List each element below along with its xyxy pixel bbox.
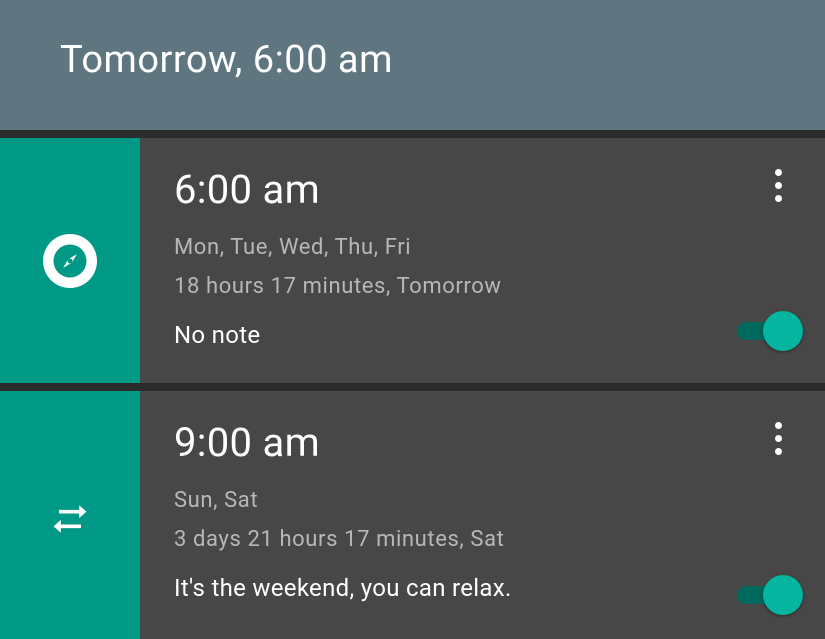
alarm-days[interactable]: Sun, Sat: [174, 488, 695, 513]
compass-icon: [43, 234, 97, 288]
alarm-enable-toggle[interactable]: [737, 575, 803, 615]
alarm-content: 9:00 am Sun, Sat 3 days 21 hours 17 minu…: [140, 391, 825, 639]
alarm-remaining: 3 days 21 hours 17 minutes, Sat: [174, 527, 695, 552]
alarm-type-avatar[interactable]: [0, 138, 140, 383]
alarm-list: 6:00 am Mon, Tue, Wed, Thu, Fri 18 hours…: [0, 138, 825, 639]
toggle-thumb: [763, 575, 803, 615]
alarm-content: 6:00 am Mon, Tue, Wed, Thu, Fri 18 hours…: [140, 138, 825, 383]
alarm-card[interactable]: 9:00 am Sun, Sat 3 days 21 hours 17 minu…: [0, 391, 825, 639]
alarm-enable-toggle[interactable]: [737, 311, 803, 351]
alarm-time[interactable]: 9:00 am: [174, 419, 695, 466]
header: Tomorrow, 6:00 am: [0, 0, 825, 130]
next-alarm-title: Tomorrow, 6:00 am: [60, 38, 393, 82]
more-options-button[interactable]: [761, 421, 795, 455]
more-vertical-icon: [775, 422, 782, 455]
more-options-button[interactable]: [761, 168, 795, 202]
repeat-icon: [48, 497, 92, 541]
more-vertical-icon: [775, 169, 782, 202]
alarm-card[interactable]: 6:00 am Mon, Tue, Wed, Thu, Fri 18 hours…: [0, 138, 825, 383]
alarm-type-avatar[interactable]: [0, 391, 140, 639]
alarm-remaining: 18 hours 17 minutes, Tomorrow: [174, 274, 695, 299]
alarm-note[interactable]: No note: [174, 321, 695, 349]
alarm-note[interactable]: It's the weekend, you can relax.: [174, 574, 695, 602]
toggle-thumb: [763, 311, 803, 351]
alarm-days[interactable]: Mon, Tue, Wed, Thu, Fri: [174, 235, 695, 260]
alarm-time[interactable]: 6:00 am: [174, 166, 695, 213]
